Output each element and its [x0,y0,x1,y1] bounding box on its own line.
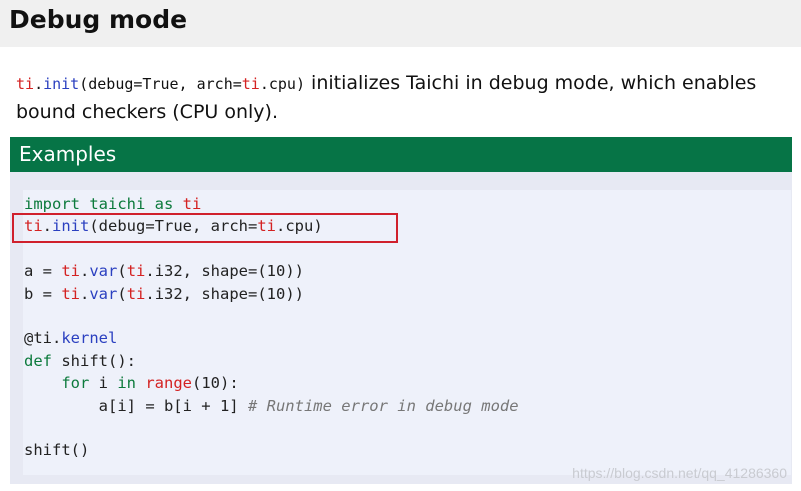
code-line-1: import taichi as ti [24,195,201,213]
intro-code-args: (debug=True, arch= [79,75,242,93]
code-function: init [52,217,90,236]
code-function: var [89,262,118,281]
code-text: ( [117,262,127,281]
code-text: shift(): [52,351,136,370]
code-text: ( [117,284,127,303]
code-comment: # Runtime error in debug mode [247,396,519,415]
code-module: ti [61,284,80,303]
code-keyword: for [61,374,90,393]
code-module: ti [61,262,80,281]
code-text: i [89,374,118,393]
code-module: ti [24,217,43,236]
code-keyword: in [117,374,136,393]
code-function: var [89,284,118,303]
code-text: .i32, shape=(10)) [145,284,304,303]
code-builtin: range [145,374,193,393]
intro-code-function: init [43,75,80,93]
code-listing: import taichi as ti ti.init(debug=True, … [24,193,519,462]
intro-code: ti.init(debug=True, arch=ti.cpu) [16,75,305,93]
code-args: .cpu) [276,217,323,236]
examples-title: Examples [19,142,117,166]
intro-code-module-2: ti [241,75,260,93]
code-line-5: b = ti.var(ti.i32, shape=(10)) [24,285,304,303]
code-text: a[i] = b[i + 1] [24,396,248,415]
code-module: ti [126,284,146,303]
code-text: (10): [192,374,239,393]
examples-title-bar: Examples [10,137,792,172]
code-line-9: for i in range(10): [24,374,239,393]
code-line-4: a = ti.var(ti.i32, shape=(10)) [24,262,304,280]
code-dot: . [80,284,90,303]
watermark: https://blog.csdn.net/qq_41286360 [572,465,787,481]
code-keyword: def [24,351,52,370]
code-line-7: @ti.kernel [24,329,117,347]
code-dot: . [80,262,90,281]
code-alias: ti [182,195,202,213]
slide-header: Debug mode [0,0,801,47]
code-dot: . [42,217,53,236]
code-line-8: def shift(): [24,352,136,370]
code-text: a = [24,262,62,281]
intro-code-dot: . [34,75,44,93]
code-text: b = [24,284,62,303]
code-decorator: @ti. [24,329,62,348]
intro-code-args-end: .cpu) [259,75,305,93]
code-line-2: ti.init(debug=True, arch=ti.cpu) [24,217,323,235]
code-module: ti [126,262,146,281]
intro-code-module: ti [16,75,35,93]
code-args: (debug=True, arch= [89,217,258,236]
code-line-12: shift() [24,441,90,460]
code-import: import taichi as [24,195,183,213]
code-decorator-name: kernel [61,329,118,348]
code-line-10: a[i] = b[i + 1] # Runtime error in debug… [24,397,519,415]
code-module: ti [257,217,276,236]
slide-title: Debug mode [9,5,188,34]
intro-paragraph: ti.init(debug=True, arch=ti.cpu) initial… [16,69,786,126]
code-text: .i32, shape=(10)) [145,262,304,281]
